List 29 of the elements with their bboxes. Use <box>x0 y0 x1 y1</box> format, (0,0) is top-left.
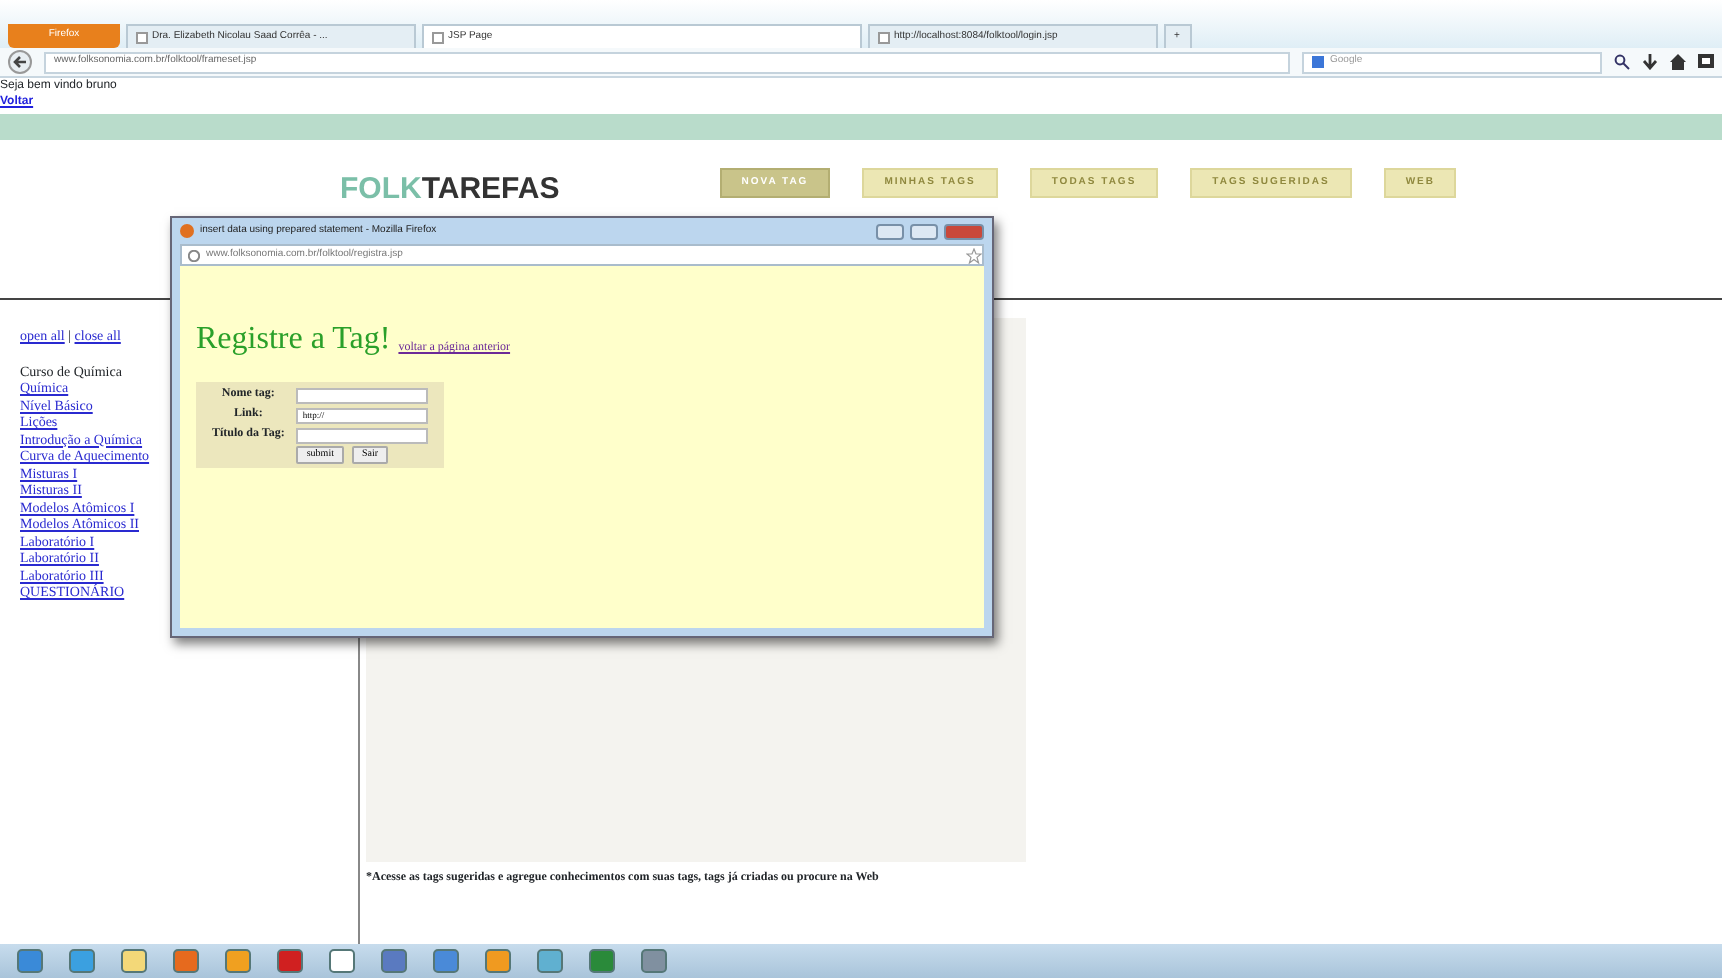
site-logo: FOLKTAREFAS <box>340 170 560 210</box>
taskbar-app-icon[interactable] <box>536 948 564 974</box>
taskbar-app-icon[interactable] <box>16 948 44 974</box>
taskbar-app-icon[interactable] <box>276 948 304 974</box>
home-icon[interactable] <box>1670 54 1686 70</box>
firefox-icon <box>180 224 194 238</box>
star-icon[interactable] <box>966 247 982 263</box>
taskbar-app-icon[interactable] <box>172 948 200 974</box>
search-icon[interactable] <box>1614 54 1630 70</box>
taskbar-app-icon[interactable] <box>224 948 252 974</box>
google-icon <box>1312 56 1324 68</box>
taskbar-app-icon[interactable] <box>120 948 148 974</box>
taskbar-app-icon[interactable] <box>380 948 408 974</box>
input-field[interactable] <box>296 387 429 403</box>
download-icon[interactable] <box>1642 54 1658 70</box>
taskbar-app-icon[interactable] <box>588 948 616 974</box>
close-button[interactable] <box>944 223 984 239</box>
input-field[interactable] <box>296 427 429 443</box>
toolbar-icon[interactable] <box>1698 54 1714 70</box>
globe-icon <box>188 249 200 261</box>
taskbar-app-icon[interactable] <box>328 948 356 974</box>
page-heading: Registre a Tag! <box>196 320 391 360</box>
taskbar-app-icon[interactable] <box>484 948 512 974</box>
taskbar-app-icon[interactable] <box>432 948 460 974</box>
minimize-button[interactable] <box>876 223 904 239</box>
taskbar-app-icon[interactable] <box>68 948 96 974</box>
taskbar-app-icon[interactable] <box>640 948 668 974</box>
back-icon[interactable] <box>8 50 32 74</box>
maximize-button[interactable] <box>910 223 938 239</box>
